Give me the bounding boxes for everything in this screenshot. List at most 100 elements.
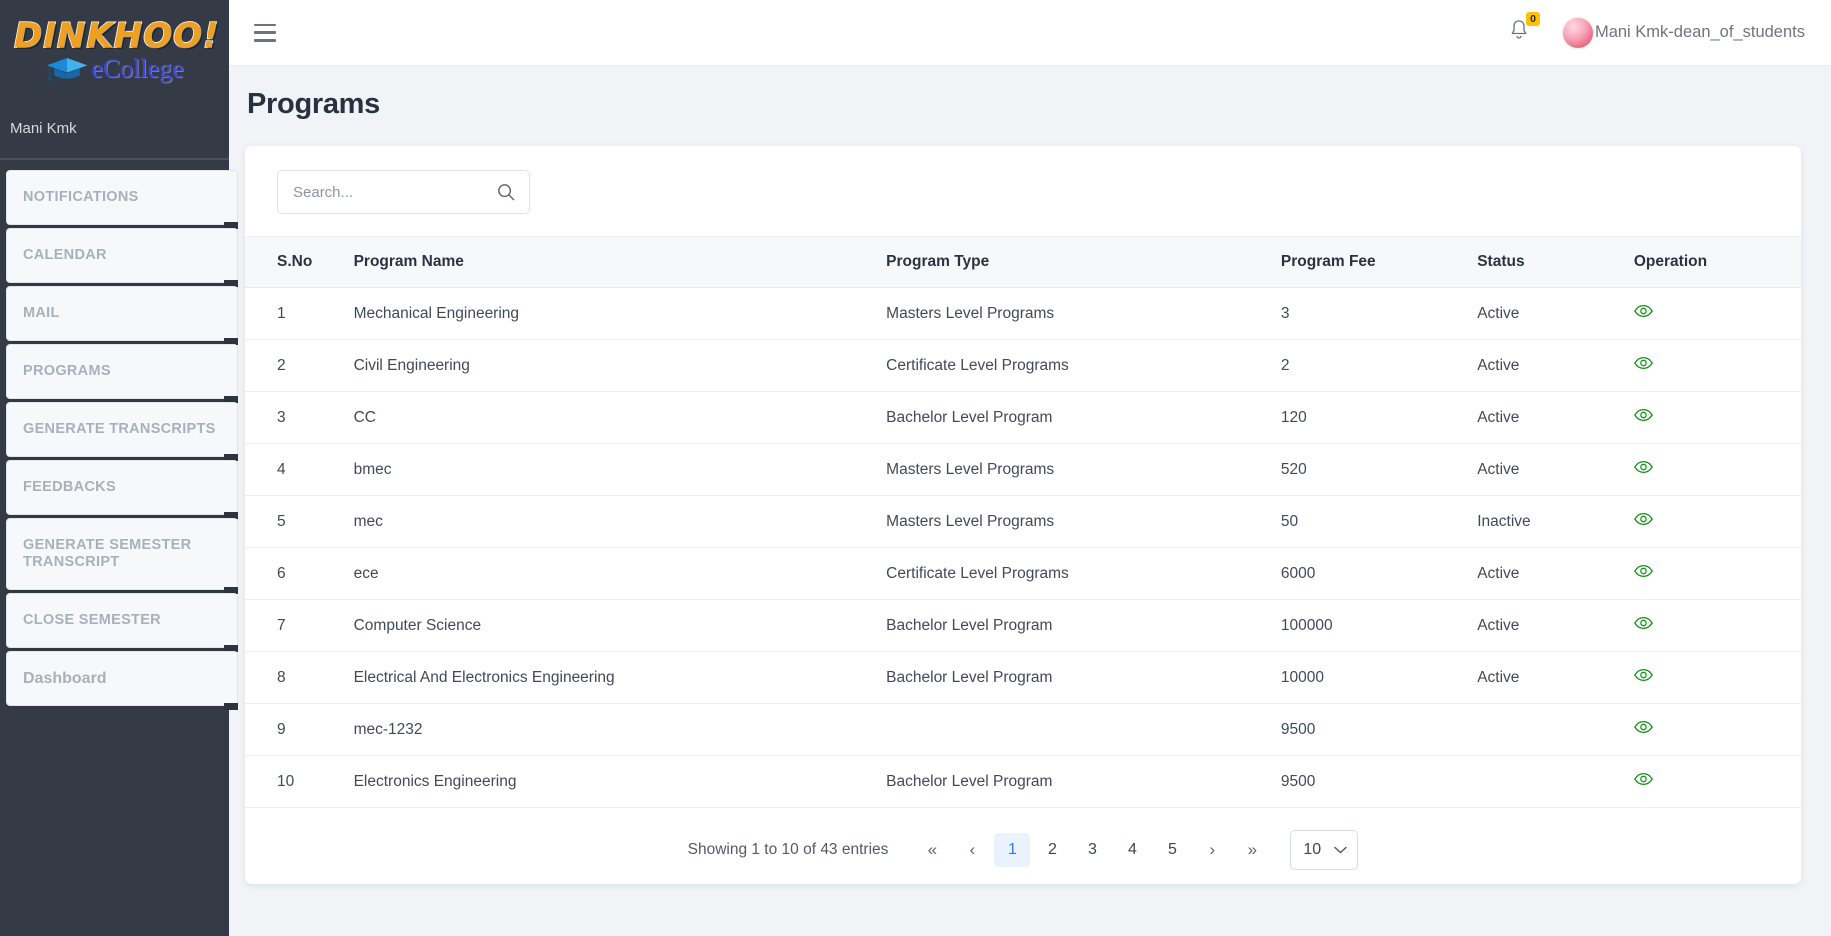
view-button[interactable] — [1633, 408, 1653, 422]
search-box[interactable] — [277, 170, 530, 214]
cell-fee: 9500 — [1280, 703, 1478, 756]
page-size-select[interactable]: 10 — [1290, 830, 1359, 870]
sidebar-item-label: NOTIFICATIONS — [23, 189, 139, 205]
cell-status: Active — [1477, 651, 1634, 704]
pagination-first-button[interactable]: « — [914, 833, 950, 867]
cell-type: Certificate Level Programs — [886, 547, 1281, 600]
eye-icon — [1633, 616, 1653, 630]
sidebar-item-generate-semester-transcript[interactable]: GENERATE SEMESTER TRANSCRIPT — [6, 518, 238, 594]
header-username[interactable]: Mani Kmk-dean_of_students — [1595, 23, 1805, 42]
sidebar-item-label: FEEDBACKS — [23, 479, 116, 495]
sidebar-item-calendar[interactable]: CALENDAR — [6, 228, 238, 287]
pagination-page-5[interactable]: 5 — [1154, 833, 1190, 867]
pagination: Showing 1 to 10 of 43 entries « ‹ 1 2 3 … — [245, 808, 1801, 870]
sidebar-item-label: CALENDAR — [23, 247, 107, 263]
sidebar-item-notifications[interactable]: NOTIFICATIONS — [6, 170, 238, 229]
search-icon[interactable] — [497, 183, 515, 201]
col-header-name[interactable]: Program Name — [354, 237, 887, 288]
eye-icon — [1633, 460, 1653, 474]
cell-type: Masters Level Programs — [886, 287, 1281, 340]
cell-sno: 5 — [245, 495, 354, 548]
cell-fee: 2 — [1280, 339, 1478, 392]
sidebar-item-dashboard[interactable]: Dashboard — [6, 651, 238, 710]
sidebar-item-mail[interactable]: MAIL — [6, 286, 238, 345]
view-button[interactable] — [1633, 616, 1653, 630]
cell-fee: 6000 — [1280, 547, 1478, 600]
chevron-down-icon — [1334, 846, 1348, 854]
search-row — [245, 146, 1801, 236]
graduation-cap-icon — [47, 58, 88, 82]
col-header-fee[interactable]: Program Fee — [1281, 237, 1477, 288]
cell-status: Active — [1477, 599, 1634, 652]
col-header-sno[interactable]: S.No — [245, 237, 354, 288]
pagination-page-3[interactable]: 3 — [1074, 833, 1110, 867]
sidebar-item-programs[interactable]: PROGRAMS — [6, 344, 238, 403]
view-button[interactable] — [1633, 772, 1653, 786]
cell-sno: 2 — [245, 339, 354, 392]
hamburger-menu-icon[interactable] — [254, 23, 276, 42]
cell-type: Bachelor Level Program — [886, 599, 1281, 652]
table-body: 1 Mechanical Engineering Masters Level P… — [245, 287, 1801, 808]
cell-fee: 3 — [1280, 287, 1478, 340]
cell-name: bmec — [353, 443, 887, 496]
cell-sno: 7 — [245, 599, 354, 652]
cell-name: mec-1232 — [353, 703, 887, 756]
cell-name: mec — [353, 495, 887, 548]
view-button[interactable] — [1633, 356, 1653, 370]
logo-text-ecollege: eCollege — [91, 54, 184, 83]
cell-status — [1477, 703, 1634, 756]
table-row: 8 Electrical And Electronics Engineering… — [245, 651, 1801, 704]
brand-logo[interactable]: DINKHOO! eCollege — [0, 0, 229, 110]
cell-operation — [1633, 287, 1801, 340]
sidebar-item-close-semester[interactable]: CLOSE SEMESTER — [6, 593, 238, 652]
table-row: 3 CC Bachelor Level Program 120 Active — [245, 391, 1801, 444]
avatar[interactable] — [1562, 17, 1593, 48]
cell-type: Masters Level Programs — [886, 495, 1281, 548]
col-header-type[interactable]: Program Type — [886, 237, 1281, 288]
cell-status: Active — [1477, 547, 1634, 600]
cell-name: Computer Science — [353, 599, 887, 652]
pagination-next-button[interactable]: › — [1194, 833, 1230, 867]
view-button[interactable] — [1633, 564, 1653, 578]
table-row: 4 bmec Masters Level Programs 520 Active — [245, 443, 1801, 496]
view-button[interactable] — [1633, 668, 1653, 682]
cell-fee: 50 — [1280, 495, 1478, 548]
cell-fee: 10000 — [1280, 651, 1478, 704]
pagination-prev-button[interactable]: ‹ — [954, 833, 990, 867]
eye-icon — [1633, 564, 1653, 578]
pagination-page-4[interactable]: 4 — [1114, 833, 1150, 867]
sidebar-item-feedbacks[interactable]: FEEDBACKS — [6, 460, 238, 519]
cell-fee: 120 — [1280, 391, 1478, 444]
search-input[interactable] — [278, 183, 478, 201]
sidebar-item-label: Dashboard — [23, 670, 107, 687]
eye-icon — [1633, 720, 1653, 734]
sidebar-item-label: GENERATE TRANSCRIPTS — [23, 421, 216, 437]
sidebar-item-label: GENERATE SEMESTER TRANSCRIPT — [23, 537, 192, 570]
notification-count-badge: 0 — [1526, 12, 1540, 26]
eye-icon — [1633, 356, 1653, 370]
sidebar-item-generate-transcripts[interactable]: GENERATE TRANSCRIPTS — [6, 402, 238, 461]
cell-fee: 9500 — [1280, 755, 1478, 808]
pagination-last-button[interactable]: » — [1234, 833, 1270, 867]
cell-operation — [1633, 443, 1801, 496]
cell-name: Mechanical Engineering — [353, 287, 887, 340]
top-header: 0 Mani Kmk-dean_of_students — [229, 0, 1831, 66]
notifications-button[interactable]: 0 — [1509, 12, 1540, 46]
pagination-page-2[interactable]: 2 — [1034, 833, 1070, 867]
view-button[interactable] — [1633, 460, 1653, 474]
logo-text-dinkhoo: DINKHOO! — [13, 15, 220, 57]
cell-sno: 8 — [245, 651, 354, 704]
cell-status: Active — [1477, 339, 1634, 392]
sidebar-item-label: PROGRAMS — [23, 363, 111, 379]
pagination-page-1[interactable]: 1 — [994, 833, 1031, 867]
eye-icon — [1633, 304, 1653, 318]
sidebar-username: Mani Kmk — [10, 120, 77, 137]
sidebar: DINKHOO! eCollege Mani Kmk NOTIFICATIONS — [0, 0, 238, 936]
view-button[interactable] — [1633, 512, 1653, 526]
view-button[interactable] — [1633, 720, 1653, 734]
col-header-operation[interactable]: Operation — [1634, 237, 1801, 288]
col-header-status[interactable]: Status — [1477, 237, 1634, 288]
view-button[interactable] — [1633, 304, 1653, 318]
cell-operation — [1633, 339, 1801, 392]
cell-sno: 6 — [245, 547, 354, 600]
